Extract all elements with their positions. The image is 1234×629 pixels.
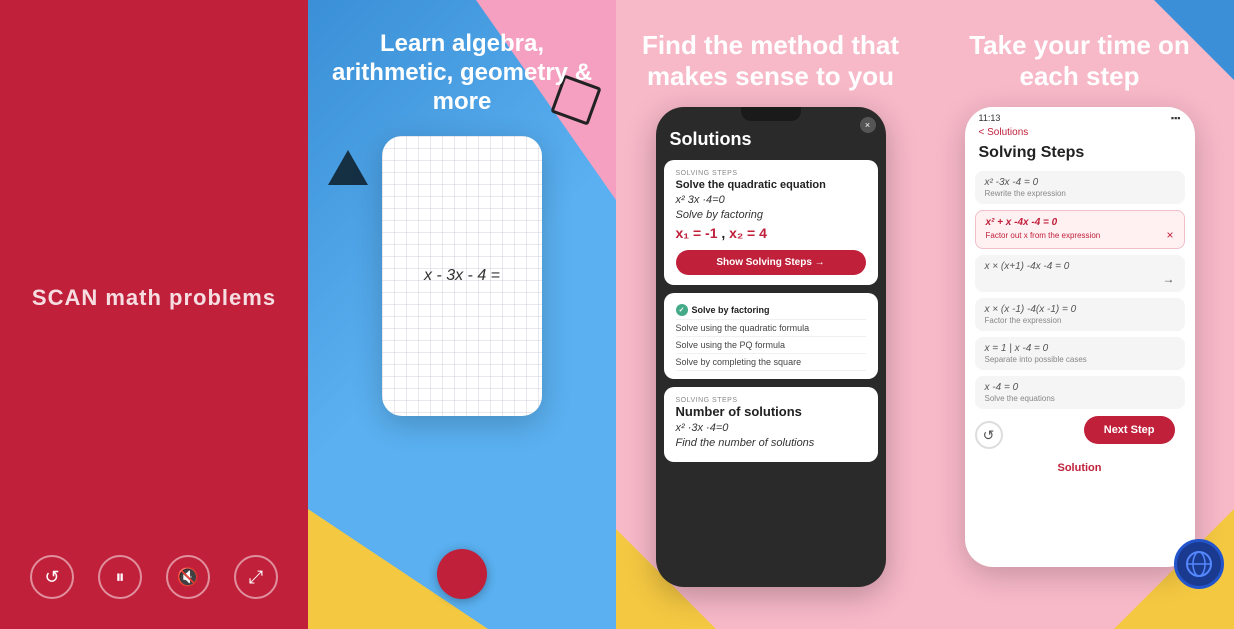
- phone-mockup-3: × Solutions SOLVING STEPS Solve the quad…: [656, 107, 886, 587]
- panel-3-title: Find the method that makes sense to you: [616, 0, 925, 102]
- step-eq-5: x = 1 | x -4 = 0: [985, 343, 1175, 354]
- time-display: 11:13: [979, 113, 1001, 123]
- panel-2-title: Learn algebra, arithmetic, geometry & mo…: [308, 0, 616, 126]
- step-eq-6: x -4 = 0: [985, 382, 1175, 393]
- number-of-solutions-title: Number of solutions: [676, 404, 866, 419]
- record-button[interactable]: [437, 549, 487, 599]
- phone-notch: [741, 107, 801, 121]
- num-sol-eq: x² ·3x ·4=0: [676, 422, 866, 434]
- expand-icon[interactable]: ⤢: [234, 555, 278, 599]
- method-factoring-label: Solve by factoring: [692, 305, 770, 315]
- solutions-header: Solutions: [656, 121, 886, 156]
- step-card-6: x -4 = 0 Solve the equations: [975, 376, 1185, 409]
- method-pq[interactable]: Solve using the PQ formula: [676, 337, 866, 354]
- panel-learn: Learn algebra, arithmetic, geometry & mo…: [308, 0, 616, 629]
- formula-display: x - 3x - 4 =: [424, 267, 500, 285]
- check-icon: ✓: [676, 304, 688, 316]
- scan-text: SCAN math problems: [32, 285, 276, 311]
- panel-4-title: Take your time on each step: [925, 0, 1234, 102]
- next-step-button[interactable]: Next Step: [1084, 416, 1175, 444]
- close-icon[interactable]: ×: [860, 117, 876, 133]
- solutions-title: Solutions: [670, 129, 872, 150]
- phone-mockup-4: 11:13 ▪▪▪ < Solutions Solving Steps x² -…: [965, 107, 1195, 567]
- panel-steps: Take your time on each step 11:13 ▪▪▪ < …: [925, 0, 1234, 629]
- solve-title: Solve the quadratic equation: [676, 179, 866, 191]
- step-eq-4: x × (x -1) -4(x -1) = 0: [985, 304, 1175, 315]
- solution-label: Solution: [965, 458, 1195, 478]
- step-desc-4: Factor the expression: [985, 316, 1175, 325]
- back-button[interactable]: < Solutions: [979, 127, 1029, 138]
- arrow-icon[interactable]: →: [1163, 272, 1175, 286]
- step-card-2-highlight: x² + x -4x -4 = 0 Factor out x from the …: [975, 210, 1185, 249]
- undo-button[interactable]: ↺: [975, 421, 1003, 449]
- step-eq-1: x² -3x -4 = 0: [985, 177, 1175, 188]
- mute-icon[interactable]: 🔇: [166, 555, 210, 599]
- method-factoring[interactable]: ✓ Solve by factoring: [676, 301, 866, 320]
- grid-background: x - 3x - 4 =: [382, 136, 542, 416]
- solving-steps-label: SOLVING STEPS: [676, 170, 866, 177]
- step-card-1: x² -3x -4 = 0 Rewrite the expression: [975, 171, 1185, 204]
- triangle-icon: [328, 150, 368, 185]
- find-solutions-label: Find the number of solutions: [676, 437, 866, 449]
- status-bar: 11:13 ▪▪▪: [965, 107, 1195, 125]
- step-card-5: x = 1 | x -4 = 0 Separate into possible …: [975, 337, 1185, 370]
- panel-scan: SCAN math problems ↺ ⏸ 🔇 ⤢: [0, 0, 308, 629]
- equation-text: x² 3x ·4=0: [676, 194, 866, 206]
- phone-mockup-2: x - 3x - 4 =: [382, 136, 542, 416]
- bottom-icons: ↺ ⏸ 🔇 ⤢: [30, 555, 278, 599]
- method-quadratic[interactable]: Solve using the quadratic formula: [676, 320, 866, 337]
- number-solutions-card: SOLVING STEPS Number of solutions x² ·3x…: [664, 387, 878, 462]
- step-desc-1: Rewrite the expression: [985, 189, 1175, 198]
- method-label: Solve by factoring: [676, 209, 866, 221]
- panel-1-center: SCAN math problems: [32, 40, 276, 555]
- signal-icons: ▪▪▪: [1171, 113, 1181, 123]
- solution-card-1: SOLVING STEPS Solve the quadratic equati…: [664, 160, 878, 285]
- pause-icon[interactable]: ⏸: [98, 555, 142, 599]
- num-sol-steps-label: SOLVING STEPS: [676, 397, 866, 404]
- step-desc-2: Factor out x from the expression: [986, 231, 1101, 240]
- show-steps-button[interactable]: Show Solving Steps →: [676, 250, 866, 275]
- solving-steps-title: Solving Steps: [979, 144, 1181, 162]
- phone-nav: < Solutions: [965, 125, 1195, 142]
- solving-steps-header: Solving Steps: [965, 142, 1195, 168]
- step-card-3: x × (x+1) -4x -4 = 0 →: [975, 255, 1185, 292]
- panel-solutions: Find the method that makes sense to you …: [616, 0, 925, 629]
- globe-icon: [1174, 539, 1224, 589]
- step-eq-2: x² + x -4x -4 = 0: [986, 217, 1174, 228]
- methods-card: ✓ Solve by factoring Solve using the qua…: [664, 293, 878, 379]
- close-step-icon[interactable]: ×: [1166, 228, 1173, 242]
- step-desc-6: Solve the equations: [985, 394, 1175, 403]
- answer-display: x₁ = -1 , x₂ = 4: [676, 225, 866, 241]
- refresh-icon[interactable]: ↺: [30, 555, 74, 599]
- method-completing[interactable]: Solve by completing the square: [676, 354, 866, 371]
- step-desc-5: Separate into possible cases: [985, 355, 1175, 364]
- step-card-4: x × (x -1) -4(x -1) = 0 Factor the expre…: [975, 298, 1185, 331]
- step-eq-3: x × (x+1) -4x -4 = 0: [985, 261, 1175, 272]
